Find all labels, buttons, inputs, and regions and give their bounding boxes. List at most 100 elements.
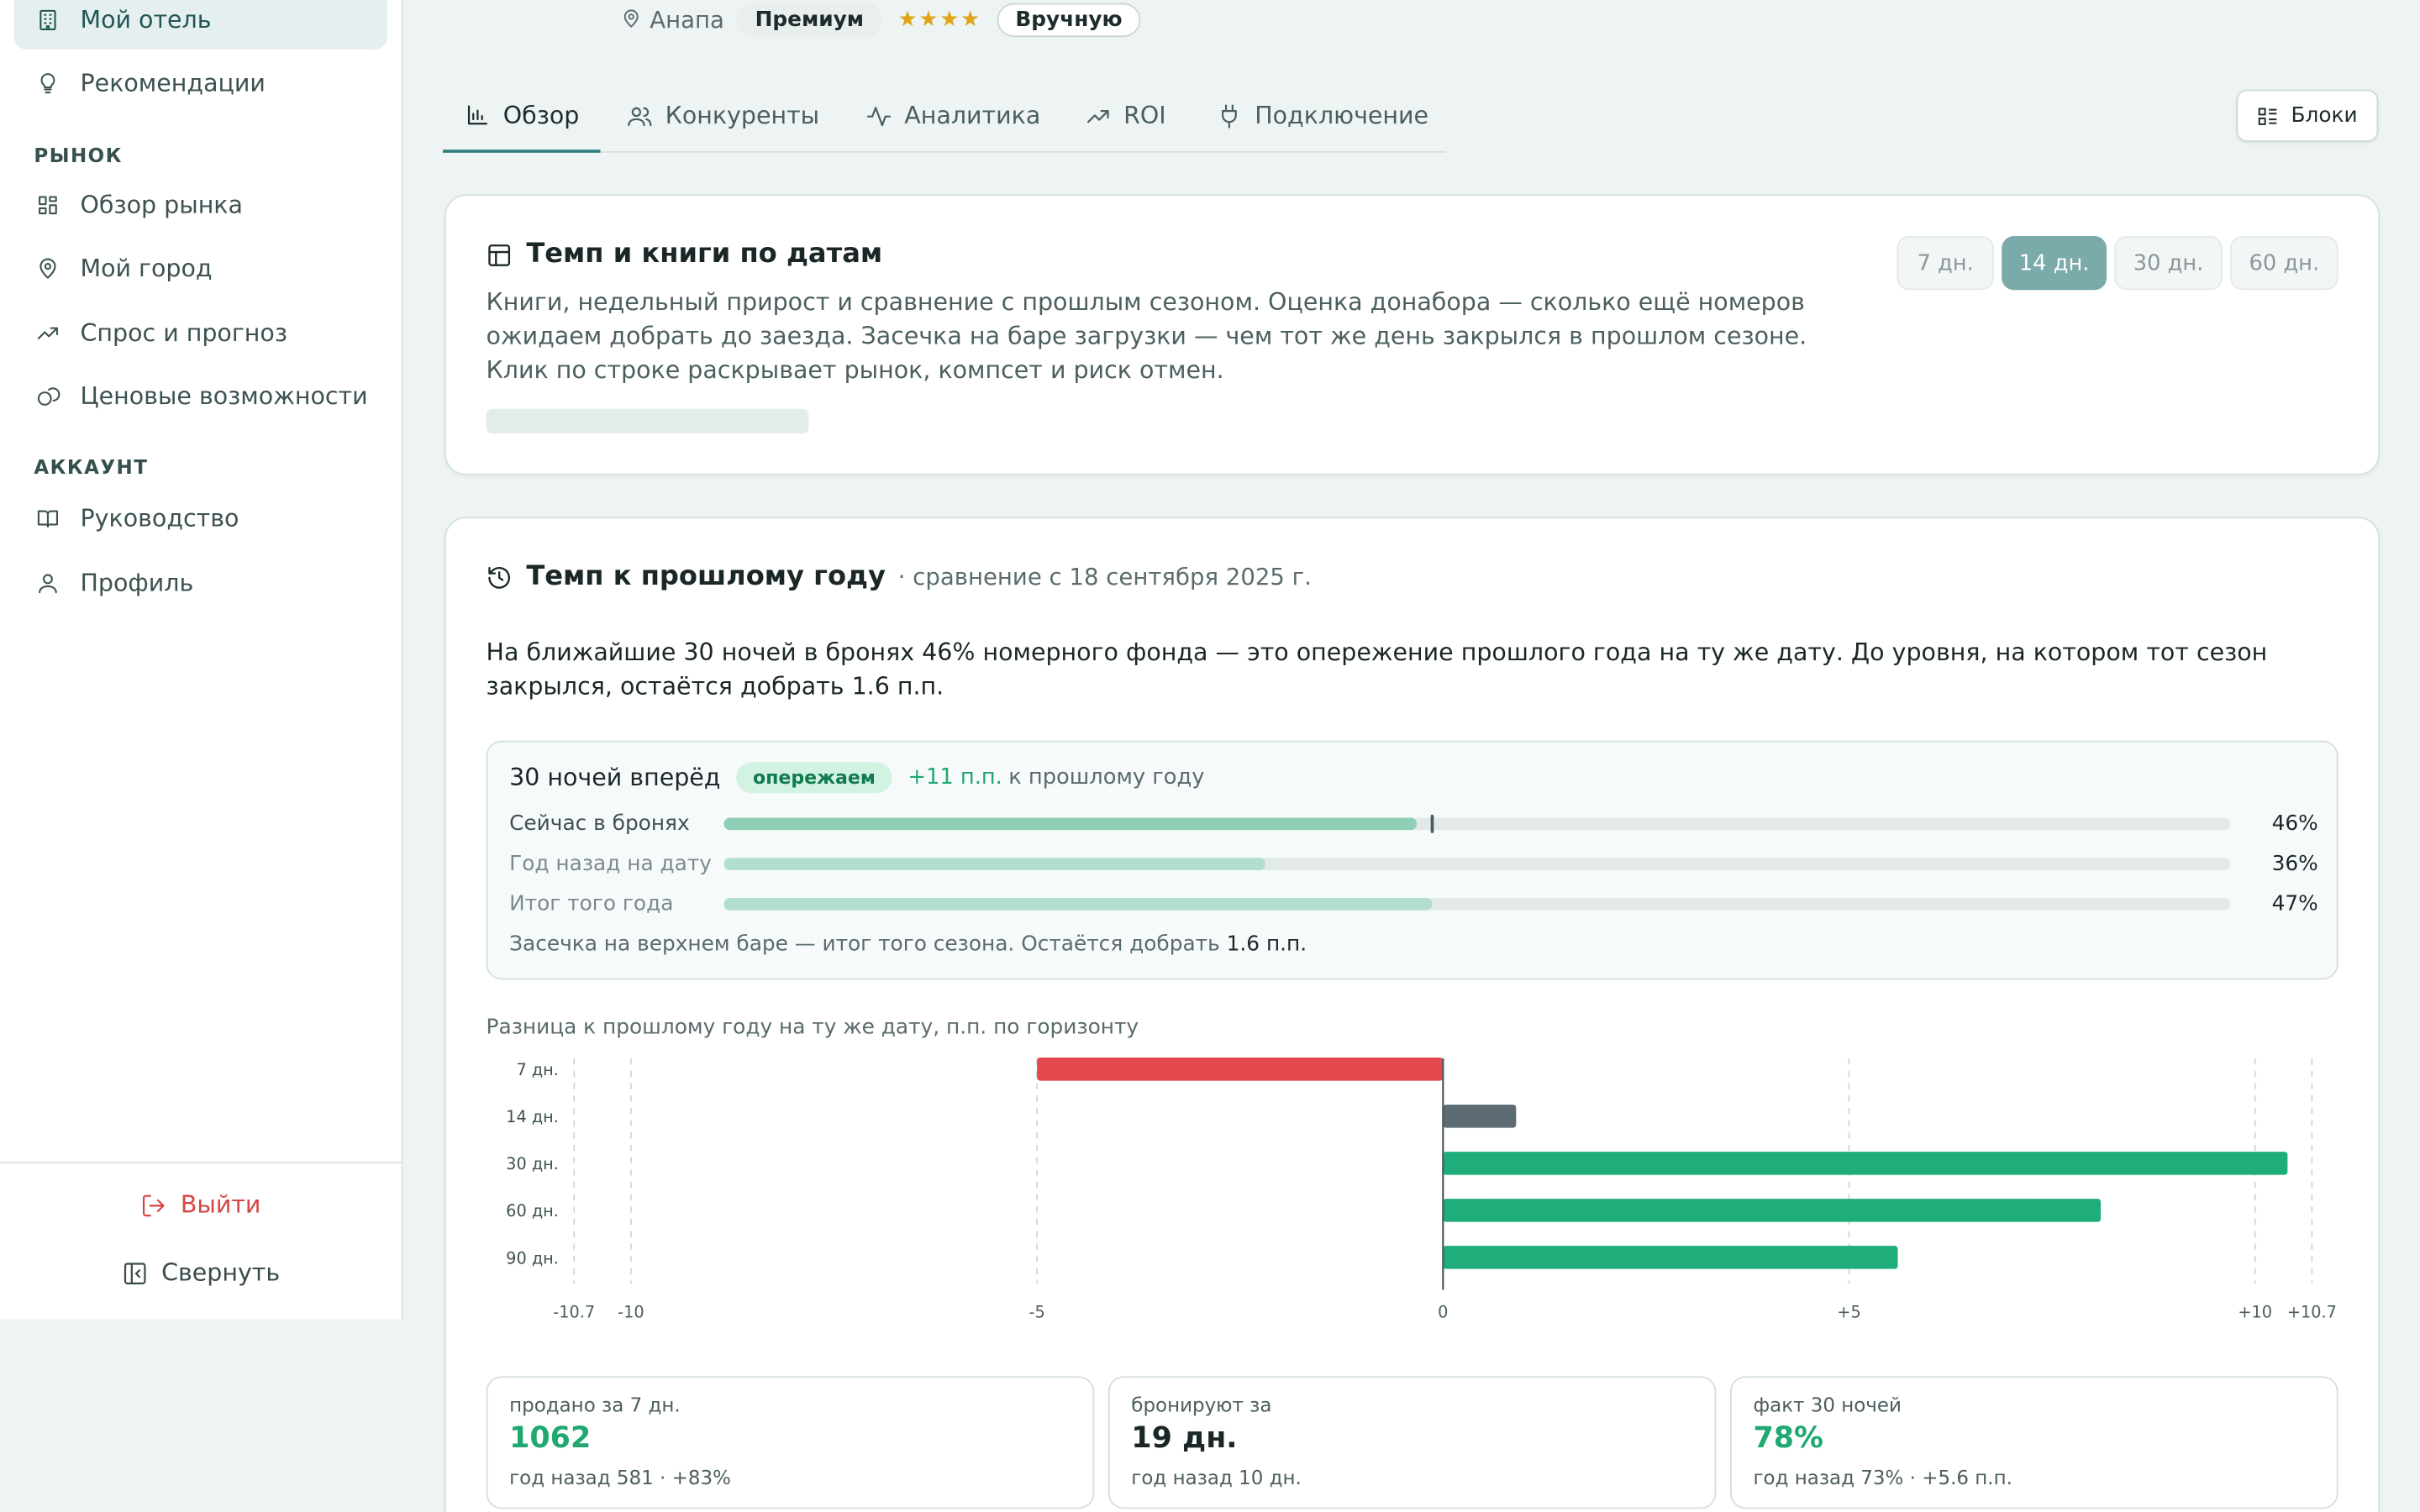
logout-label: Выйти <box>180 1190 261 1219</box>
bar <box>1037 1058 1444 1081</box>
note-value: 1.6 п.п. <box>1226 932 1307 957</box>
progress-value: 47% <box>2271 891 2318 916</box>
tab-label: Конкуренты <box>665 102 820 130</box>
y-tick-label: 90 дн. <box>506 1248 559 1268</box>
building-icon <box>34 6 61 34</box>
sidebar-item-label: Профиль <box>80 569 194 597</box>
tab-label: ROI <box>1123 102 1166 130</box>
x-tick-label: +10 <box>2238 1303 2272 1322</box>
bar-chart-icon <box>467 105 487 125</box>
blocks-label: Блоки <box>2291 103 2358 129</box>
kpi-sub: год назад 581 · +83% <box>509 1465 731 1489</box>
panel-note: Засечка на верхнем баре — итог того сезо… <box>509 932 1307 956</box>
pace-books-card: Темп и книги по датам Книги, недельный п… <box>444 194 2381 475</box>
sidebar-item-demand[interactable]: Спрос и прогноз <box>14 304 387 363</box>
panel-header: 30 ночей вперёд опережаем +11 п.п. к про… <box>509 762 1205 794</box>
sidebar-item-my-hotel[interactable]: Мой отель <box>13 0 388 50</box>
card-title: Темп к прошлому году · сравнение с 18 се… <box>487 561 1312 593</box>
section-heading-account: АККАУНТ <box>34 454 149 479</box>
panel-title: 30 ночей вперёд <box>509 764 721 792</box>
x-tick-label: 0 <box>1438 1303 1448 1322</box>
pace-books-title: Темп и книги по датам <box>526 239 883 270</box>
sidebar-item-recommendations[interactable]: Рекомендации <box>14 54 387 113</box>
note-text: Засечка на верхнем баре — итог того сезо… <box>509 932 1220 957</box>
panel-collapse-icon <box>124 1262 145 1284</box>
trending-up-icon <box>1086 109 1109 123</box>
sidebar-footer: Выйти Свернуть <box>0 1162 402 1319</box>
sidebar-item-guide[interactable]: Руководство <box>14 489 387 548</box>
sidebar-item-profile[interactable]: Профиль <box>14 554 387 612</box>
tab-roi[interactable]: ROI <box>1085 81 1166 151</box>
x-tick-label: -10 <box>618 1303 644 1322</box>
mode-badge[interactable]: Вручную <box>997 3 1141 38</box>
kpi-value: 1062 <box>509 1420 592 1456</box>
progress-row-season-final: Итог того года 47% <box>509 890 2318 918</box>
sidebar-item-label: Спрос и прогноз <box>80 319 287 348</box>
dashboard-icon <box>34 192 61 219</box>
tier-badge: Премиум <box>736 3 883 38</box>
range-60-button[interactable]: 60 дн. <box>2230 236 2338 291</box>
hotel-meta: Анапа Премиум ★★★★ Вручную <box>620 2 1141 39</box>
collapse-label: Свернуть <box>161 1258 281 1287</box>
sidebar: Мой отель Рекомендации РЫНОК Обзор рынка… <box>0 0 403 1320</box>
tab-label: Обзор <box>502 101 580 129</box>
pace-books-description: Книги, недельный прирост и сравнение с п… <box>486 288 1807 385</box>
range-30-button[interactable]: 30 дн. <box>2114 236 2223 291</box>
trending-up-icon <box>34 319 61 347</box>
progress-track <box>723 858 2231 870</box>
sidebar-item-my-city[interactable]: Мой город <box>14 239 387 298</box>
card-title: Темп и книги по датам <box>487 239 883 270</box>
season-marker <box>1430 814 1434 833</box>
y-tick-label: 30 дн. <box>506 1154 559 1173</box>
blocks-button[interactable]: Блоки <box>2236 89 2379 142</box>
progress-label: Год назад на дату <box>509 851 713 877</box>
map-pin-icon <box>34 255 61 282</box>
kpi-value: 78% <box>1753 1420 1824 1456</box>
kpi-label: бронируют за <box>1131 1393 1272 1417</box>
tab-analytics[interactable]: Аналитика <box>865 81 1040 151</box>
tab-bar: Обзор Конкуренты Аналитика ROI Подключен… <box>443 81 1446 153</box>
tab-competitors[interactable]: Конкуренты <box>627 81 819 151</box>
sidebar-item-label: Мой город <box>80 255 213 283</box>
progress-fill <box>723 858 1266 870</box>
x-tick-label: +10.7 <box>2287 1303 2337 1322</box>
range-14-button[interactable]: 14 дн. <box>2002 236 2107 291</box>
tab-connection[interactable]: Подключение <box>1216 81 1428 151</box>
pace-yoy-subtitle: · сравнение с 18 сентября 2025 г. <box>897 563 1312 591</box>
activity-icon <box>866 106 892 126</box>
x-tick-label: +5 <box>1837 1303 1860 1322</box>
sidebar-item-price-opportunities[interactable]: Ценовые возможности <box>14 367 387 426</box>
table-icon <box>488 244 511 265</box>
sidebar-item-label: Руководство <box>80 504 239 533</box>
coins-icon <box>34 383 61 411</box>
kpi-value: 19 дн. <box>1131 1420 1238 1456</box>
sidebar-item-market-overview[interactable]: Обзор рынка <box>14 176 387 234</box>
delta-suffix: к прошлому году <box>1008 765 1205 790</box>
progress-track <box>723 814 2231 833</box>
history-icon <box>488 566 511 588</box>
tab-overview[interactable]: Обзор <box>443 81 602 153</box>
kpi-fact-30-nights: факт 30 ночей 78% год назад 73% · +5.6 п… <box>1729 1376 2338 1509</box>
logout-icon <box>142 1194 165 1216</box>
users-icon <box>628 106 652 126</box>
progress-label: Сейчас в бронях <box>509 811 690 837</box>
kpi-sub: год назад 10 дн. <box>1131 1465 1302 1489</box>
tab-label: Подключение <box>1255 102 1429 130</box>
bar <box>1443 1246 1898 1269</box>
sidebar-item-label: Мой отель <box>80 6 212 34</box>
delta-value: +11 п.п. <box>908 765 1002 790</box>
yoy-difference-chart: -10.7 -10 -5 0 +5 +10 +10.7 7 дн. 14 дн. 30 дн. 60… <box>506 1058 2337 1322</box>
kpi-sub: год назад 73% · +5.6 п.п. <box>1753 1465 2012 1489</box>
y-tick-label: 7 дн. <box>516 1060 558 1079</box>
collapse-button[interactable]: Свернуть <box>0 1259 402 1287</box>
logout-button[interactable]: Выйти <box>0 1191 402 1219</box>
x-tick-label: -10.7 <box>553 1303 595 1322</box>
progress-row-last-year: Год назад на дату 36% <box>509 850 2318 878</box>
pace-yoy-title: Темп к прошлому году <box>526 561 886 593</box>
range-7-button[interactable]: 7 дн. <box>1897 236 1995 291</box>
sidebar-item-label: Рекомендации <box>80 69 266 97</box>
kpi-label: факт 30 ночей <box>1753 1393 1902 1417</box>
hotel-city: Анапа <box>650 6 724 34</box>
layout-list-icon <box>2259 107 2278 124</box>
nights-ahead-panel: 30 ночей вперёд опережаем +11 п.п. к про… <box>486 740 2338 980</box>
